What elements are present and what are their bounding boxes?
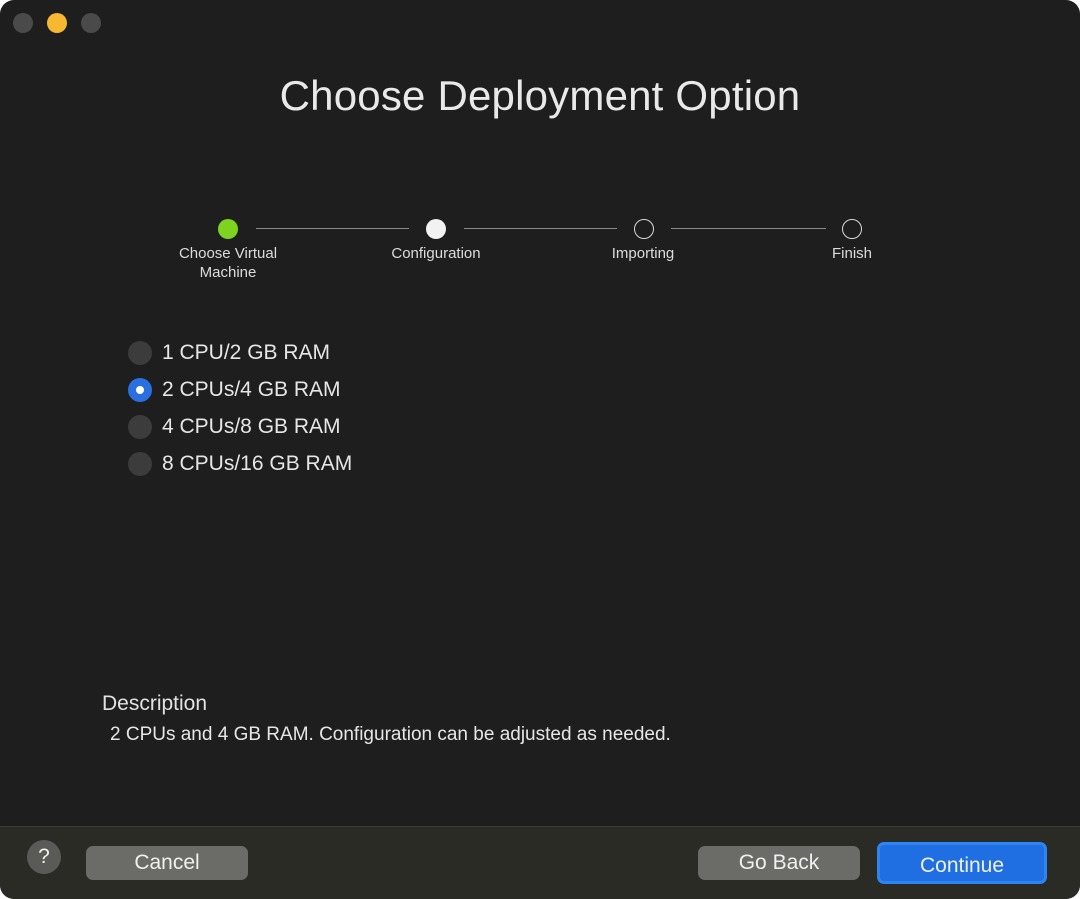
step-label-configuration: Configuration [391,245,481,262]
step-dot-finish [842,219,862,239]
radio-button[interactable] [128,341,152,365]
step-dot-configuration [426,219,446,239]
description-text: 2 CPUs and 4 GB RAM. Configuration can b… [110,724,671,745]
option-label: 8 CPUs/16 GB RAM [162,452,353,475]
option-8cpu-16gb[interactable]: 8 CPUs/16 GB RAM [128,449,428,479]
option-label: 4 CPUs/8 GB RAM [162,415,341,438]
continue-button[interactable]: Continue [877,842,1047,884]
deployment-window: Choose Deployment Option Choose Virtual … [0,0,1080,899]
go-back-button[interactable]: Go Back [698,846,860,880]
step-dot-importing [634,219,654,239]
progress-stepper: Choose Virtual Machine Configuration Imp… [0,0,1080,300]
step-label-choose-virtual-machine: Choose Virtual Machine [178,245,278,281]
option-label: 1 CPU/2 GB RAM [162,341,331,364]
step-connector [256,228,409,229]
step-label-finish: Finish [831,245,872,262]
step-label-importing: Importing [611,245,675,262]
radio-button[interactable] [128,452,152,476]
step-dot-choose-virtual-machine [218,219,238,239]
option-1cpu-2gb[interactable]: 1 CPU/2 GB RAM [128,338,428,368]
description-heading: Description [102,692,208,715]
option-label: 2 CPUs/4 GB RAM [162,378,341,401]
cancel-button[interactable]: Cancel [86,846,248,880]
footer-bar: ? Cancel Go Back Continue [0,826,1080,899]
step-connector [671,228,826,229]
option-2cpu-4gb[interactable]: 2 CPUs/4 GB RAM [128,375,428,405]
radio-button[interactable] [128,415,152,439]
step-connector [464,228,617,229]
radio-button-selected[interactable] [128,378,152,402]
help-button[interactable]: ? [27,840,61,874]
option-4cpu-8gb[interactable]: 4 CPUs/8 GB RAM [128,412,428,442]
